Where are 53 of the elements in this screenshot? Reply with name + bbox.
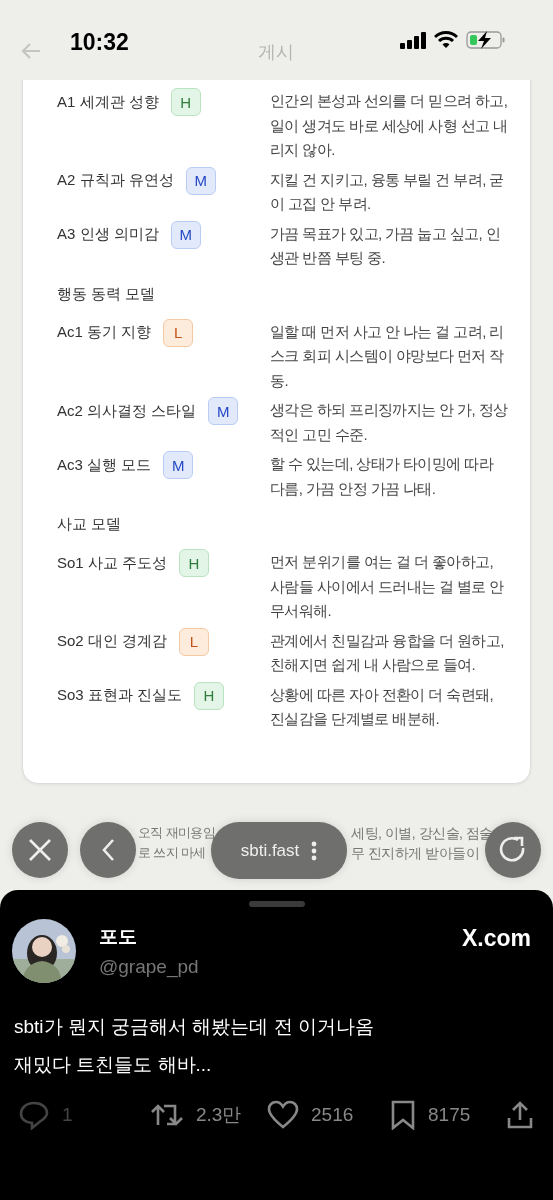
- dimension-label: A3 인생 의미감: [57, 225, 159, 244]
- level-badge: M: [163, 451, 194, 479]
- back-button[interactable]: [80, 822, 136, 878]
- dimension-label: So3 표현과 진실도: [57, 686, 183, 705]
- disclaimer-text: 무 진지하게 받아들이: [351, 844, 480, 863]
- more-icon[interactable]: [311, 840, 318, 861]
- dimension-label: So1 사교 주도성: [57, 553, 168, 573]
- display-name: 포도: [99, 925, 138, 949]
- share-icon[interactable]: [506, 1100, 534, 1130]
- level-badge: L: [179, 627, 210, 656]
- battery-icon: [466, 30, 506, 50]
- chevron-left-icon: [101, 838, 115, 862]
- action-count: 1: [62, 1104, 73, 1126]
- dimension-description: 가끔 목표가 있고, 가끔 눕고 싶고, 인생관 반쯤 부팅 중.: [270, 223, 502, 268]
- level-badge: M: [208, 397, 239, 425]
- dimension-description: 관계에서 친밀감과 융합을 더 원하고, 친해지면 쉽게 내 사람으로 들여.: [270, 630, 505, 675]
- dimension-label: A2 규칙과 유연성: [57, 171, 174, 190]
- heart-icon[interactable]: [267, 1100, 299, 1130]
- dimension-label: A1 세계관 성향: [57, 92, 159, 112]
- dimension-description: 지킬 건 지키고, 융통 부릴 건 부려, 굳이 고집 안 부려.: [270, 169, 505, 214]
- post-text: sbti가 뭔지 궁금해서 해봤는데 전 이거나옴 재밌다 트친들도 해바...: [13, 1015, 375, 1077]
- action-count: 2516: [311, 1104, 354, 1126]
- user-handle: @grape_pd: [99, 956, 200, 978]
- dimension-label: So2 대인 경계감: [57, 632, 168, 651]
- source-label: X.com: [461, 925, 531, 952]
- dimension-description: 생각은 하되 프리징까지는 안 가, 정상적인 고민 수준.: [270, 400, 508, 445]
- signal-icon: [400, 31, 426, 49]
- action-count: 8175: [428, 1104, 471, 1126]
- level-badge: M: [185, 166, 216, 195]
- bookmark-icon[interactable]: [390, 1100, 416, 1130]
- dimension-description: 일할 때 먼저 사고 안 나는 걸 고려, 리스크 회피 시스템이 야망보다 먼저 작동.: [270, 321, 505, 391]
- dimension-description: 먼저 분위기를 여는 걸 더 좋아하고, 사람들 사이에서 드러내는 걸 별로 안 무서워해.: [270, 552, 505, 621]
- close-button[interactable]: [12, 822, 68, 878]
- page-title: 게시: [258, 41, 294, 64]
- wifi-icon: [434, 31, 458, 49]
- action-count: 2.3만: [196, 1103, 242, 1127]
- level-badge: H: [194, 681, 225, 710]
- status-time: 10:32: [70, 29, 129, 56]
- level-badge: H: [179, 549, 210, 577]
- dimension-label: Ac1 동기 지향: [57, 323, 152, 342]
- dimension-label: Ac2 의사결정 스타일: [57, 401, 197, 421]
- dimension-description: 할 수 있는데, 상태가 타이밍에 따라 다름, 가끔 안정 가끔 나태.: [270, 454, 495, 499]
- sheet-handle[interactable]: [249, 901, 305, 907]
- close-icon: [27, 837, 53, 863]
- level-badge: H: [170, 88, 201, 116]
- section-title: 사교 모델: [57, 515, 123, 534]
- dimension-description: 인간의 본성과 선의를 더 믿으려 하고, 일이 생겨도 바로 세상에 사형 선고 내리지 않아.: [270, 91, 508, 160]
- section-title: 행동 동력 모델: [57, 284, 157, 304]
- level-badge: M: [170, 220, 201, 249]
- disclaimer-text: 로 쓰지 마세: [138, 845, 206, 862]
- dimension-description: 상황에 따른 자아 전환이 더 숙련돼, 진실감을 단계별로 배분해.: [270, 684, 494, 729]
- level-badge: L: [163, 318, 194, 347]
- dimension-label: Ac3 실행 모드: [57, 455, 152, 475]
